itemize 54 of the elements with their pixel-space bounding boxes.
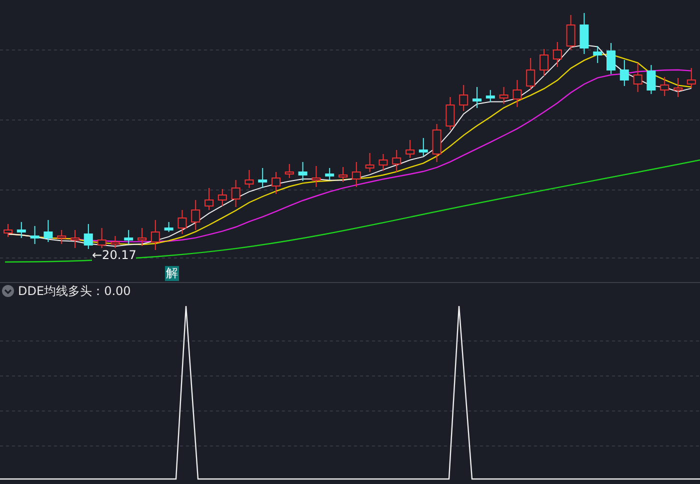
candlestick (472, 86, 482, 108)
candlestick (499, 86, 508, 104)
candlestick (406, 140, 414, 158)
candlestick (566, 14, 576, 50)
candlestick (526, 58, 536, 90)
candlestick (30, 226, 40, 244)
candlestick (392, 150, 402, 172)
candlestick (338, 166, 348, 182)
candlestick (44, 220, 53, 242)
candlestick (191, 200, 200, 230)
candlestick (620, 60, 629, 86)
candlestick (178, 210, 187, 234)
candlestick (204, 188, 214, 210)
candlestick (378, 154, 388, 172)
candlestick (486, 90, 495, 102)
candlestick (258, 168, 268, 188)
candlestick (660, 76, 670, 96)
candlestick (284, 164, 294, 178)
candlestick (4, 224, 12, 238)
candlestick (244, 170, 254, 188)
candlestick (686, 68, 696, 88)
candlestick (218, 188, 227, 206)
signal-badge: 解 (165, 266, 179, 281)
candlestick (606, 42, 616, 74)
candlestick (231, 180, 240, 208)
candlestick (593, 46, 602, 64)
candlestick (365, 152, 374, 172)
candlestick (70, 230, 80, 248)
candlestick (552, 42, 562, 68)
candlestick (512, 80, 522, 108)
indicator-label: DDE均线多头：0.00 (18, 282, 131, 300)
candlestick (84, 224, 93, 250)
candlestick (298, 162, 308, 182)
chevron-down-icon[interactable] (2, 285, 14, 297)
candlestick (580, 12, 589, 54)
candlestick (540, 48, 548, 76)
candlestick (418, 138, 428, 156)
candlestick (446, 96, 455, 130)
candlestick (16, 222, 26, 238)
candlestick (646, 64, 656, 94)
candlestick (124, 230, 134, 244)
candlestick (674, 78, 682, 98)
candlestick (325, 168, 334, 180)
candlestick (138, 228, 146, 246)
low-price-label: ←20.17 (92, 248, 136, 262)
candlestick (150, 220, 160, 250)
candlestick (633, 62, 642, 92)
candlestick (164, 222, 174, 232)
candlestick (432, 124, 442, 162)
candlestick (312, 166, 321, 188)
candlestick (272, 172, 280, 194)
candlestick (57, 230, 66, 244)
candlestick (352, 162, 361, 188)
candlestick (459, 84, 468, 112)
